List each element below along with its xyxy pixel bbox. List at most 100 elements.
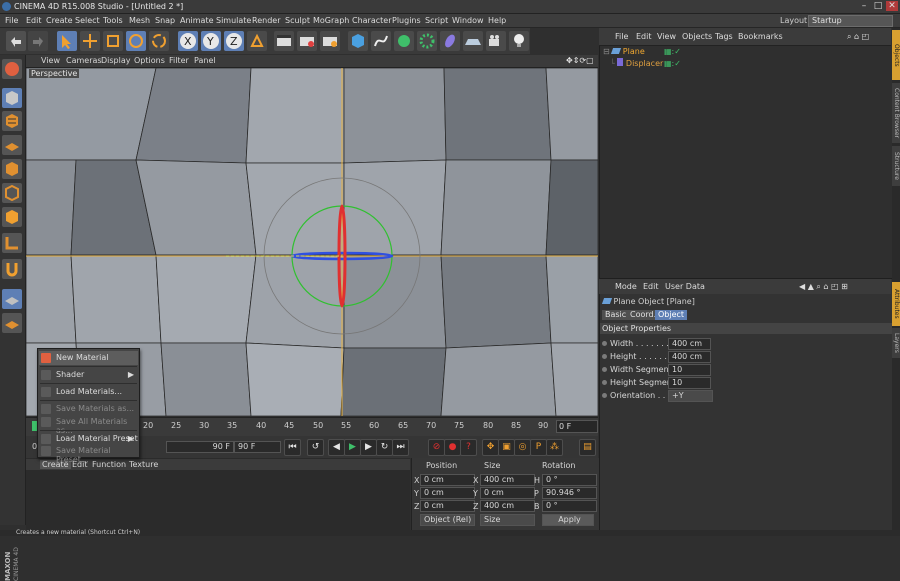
- redo-icon[interactable]: [28, 31, 48, 51]
- rotation-h-field[interactable]: 0 °: [542, 474, 597, 486]
- keyframe-selection-icon[interactable]: ?: [460, 439, 477, 456]
- record-active-objects-icon[interactable]: ⊘: [428, 439, 445, 456]
- width-field[interactable]: 400 cm: [668, 338, 711, 350]
- viewport-menu-view[interactable]: View: [41, 56, 60, 65]
- z-axis-lock-icon[interactable]: Z: [224, 31, 244, 51]
- go-to-start-icon[interactable]: ⏮: [284, 439, 301, 456]
- preview-max-field[interactable]: 90 F: [166, 441, 234, 453]
- viewport-menu-filter[interactable]: Filter: [169, 56, 189, 65]
- subdivision-surface-icon[interactable]: [394, 31, 414, 51]
- side-tab-layers[interactable]: Layers: [892, 328, 900, 358]
- position-x-field[interactable]: 0 cm: [420, 474, 475, 486]
- y-axis-lock-icon[interactable]: Y: [201, 31, 221, 51]
- menu-item-load-materials[interactable]: Load Materials...: [39, 385, 138, 399]
- menu-mesh[interactable]: Mesh: [129, 16, 150, 25]
- size-z-field[interactable]: 400 cm: [480, 500, 535, 512]
- position-key-icon[interactable]: ✥: [482, 439, 499, 456]
- rotation-b-field[interactable]: 0 °: [542, 500, 597, 512]
- object-visibility-checks[interactable]: ▦:✓: [664, 46, 688, 58]
- x-axis-lock-icon[interactable]: X: [178, 31, 198, 51]
- size-x-field[interactable]: 400 cm: [480, 474, 535, 486]
- next-frame-icon[interactable]: ▶: [360, 439, 377, 456]
- menu-mograph[interactable]: MoGraph: [313, 16, 349, 25]
- tree-expand-icon[interactable]: ⊟: [603, 47, 610, 56]
- menu-plugins[interactable]: Plugins: [392, 16, 421, 25]
- render-picture-viewer-icon[interactable]: [297, 31, 317, 51]
- om-search-icon[interactable]: ⌕ ⌂ ◰: [847, 32, 869, 42]
- max-frame-field[interactable]: 90 F: [234, 441, 281, 453]
- animation-dot-icon[interactable]: [602, 367, 607, 372]
- menu-item-new-material[interactable]: New Material: [39, 351, 138, 365]
- menu-character[interactable]: Character: [352, 16, 392, 25]
- menu-snap[interactable]: Snap: [155, 16, 175, 25]
- side-tab-content-browser[interactable]: Content Browser: [892, 83, 900, 143]
- position-z-field[interactable]: 0 cm: [420, 500, 475, 512]
- size-y-field[interactable]: 0 cm: [480, 487, 535, 499]
- deformer-icon[interactable]: [440, 31, 460, 51]
- menu-tools[interactable]: Tools: [103, 16, 123, 25]
- menu-sculpt[interactable]: Sculpt: [285, 16, 310, 25]
- parameter-key-icon[interactable]: P: [530, 439, 547, 456]
- quantize-icon[interactable]: [2, 313, 22, 333]
- make-editable-icon[interactable]: [2, 59, 22, 79]
- autokeying-icon[interactable]: ●: [444, 439, 461, 456]
- coordinate-system-icon[interactable]: [247, 31, 267, 51]
- menu-edit[interactable]: Edit: [26, 16, 42, 25]
- maximize-button[interactable]: □: [872, 1, 884, 11]
- height-segments-field[interactable]: 10: [668, 377, 711, 389]
- layout-select[interactable]: Startup: [808, 15, 893, 27]
- om-menu-tags[interactable]: Tags: [715, 32, 733, 41]
- move-icon[interactable]: [80, 31, 100, 51]
- points-mode-icon[interactable]: [2, 159, 22, 179]
- menu-item-shader[interactable]: Shader ▶: [39, 368, 138, 382]
- rotate-icon[interactable]: [126, 31, 146, 51]
- am-menu-user-data[interactable]: User Data: [665, 282, 705, 291]
- render-view-icon[interactable]: [274, 31, 294, 51]
- position-y-field[interactable]: 0 cm: [420, 487, 475, 499]
- object-visibility-checks[interactable]: ▦:✓: [664, 58, 688, 70]
- am-menu-mode[interactable]: Mode: [615, 282, 637, 291]
- orientation-select[interactable]: +Y: [668, 390, 713, 402]
- snap-icon[interactable]: [2, 289, 22, 309]
- size-mode-select[interactable]: Size: [480, 514, 535, 526]
- timeline-window-icon[interactable]: ▤: [579, 439, 596, 456]
- menu-script[interactable]: Script: [425, 16, 448, 25]
- recent-tools-icon[interactable]: [149, 31, 169, 51]
- live-selection-icon[interactable]: [57, 31, 77, 51]
- scale-key-icon[interactable]: ▣: [498, 439, 515, 456]
- am-menu-edit[interactable]: Edit: [643, 282, 659, 291]
- play-icon[interactable]: ▶: [344, 439, 361, 456]
- height-field[interactable]: 400 cm: [668, 351, 711, 363]
- coordinate-mode-select[interactable]: Object (Rel): [420, 514, 475, 526]
- menu-item-save-materials[interactable]: Save Materials as...: [39, 402, 138, 416]
- pla-key-icon[interactable]: ⁂: [546, 439, 563, 456]
- axis-mode-icon[interactable]: [2, 233, 22, 253]
- apply-button[interactable]: Apply: [542, 514, 594, 526]
- viewport-menu-display[interactable]: Display: [101, 56, 131, 65]
- current-frame-field[interactable]: 0 F: [556, 420, 598, 433]
- previous-key-icon[interactable]: ↺: [307, 439, 324, 456]
- tab-basic[interactable]: Basic: [602, 310, 630, 320]
- om-menu-view[interactable]: View: [657, 32, 676, 41]
- minimize-button[interactable]: –: [858, 1, 870, 11]
- model-mode-icon[interactable]: [2, 88, 22, 108]
- menu-render[interactable]: Render: [252, 16, 280, 25]
- rotation-p-field[interactable]: 90.946 °: [542, 487, 597, 499]
- light-icon[interactable]: [509, 31, 529, 51]
- camera-icon[interactable]: [486, 31, 506, 51]
- workplane-mode-icon[interactable]: [2, 135, 22, 155]
- om-menu-objects[interactable]: Objects: [682, 32, 712, 41]
- tab-object[interactable]: Object: [655, 310, 688, 320]
- menu-item-save-material-preset[interactable]: Save Material Preset...: [39, 444, 138, 464]
- side-tab-structure[interactable]: Structure: [892, 146, 900, 186]
- side-tab-attributes[interactable]: Attributes: [892, 282, 900, 326]
- menu-select[interactable]: Select: [75, 16, 100, 25]
- width-segments-field[interactable]: 10: [668, 364, 711, 376]
- menu-window[interactable]: Window: [452, 16, 484, 25]
- animation-dot-icon[interactable]: [602, 341, 607, 346]
- menu-help[interactable]: Help: [488, 16, 506, 25]
- go-to-end-icon[interactable]: ⏭: [392, 439, 409, 456]
- om-menu-bookmarks[interactable]: Bookmarks: [738, 32, 783, 41]
- spline-pen-icon[interactable]: [371, 31, 391, 51]
- polygons-mode-icon[interactable]: [2, 207, 22, 227]
